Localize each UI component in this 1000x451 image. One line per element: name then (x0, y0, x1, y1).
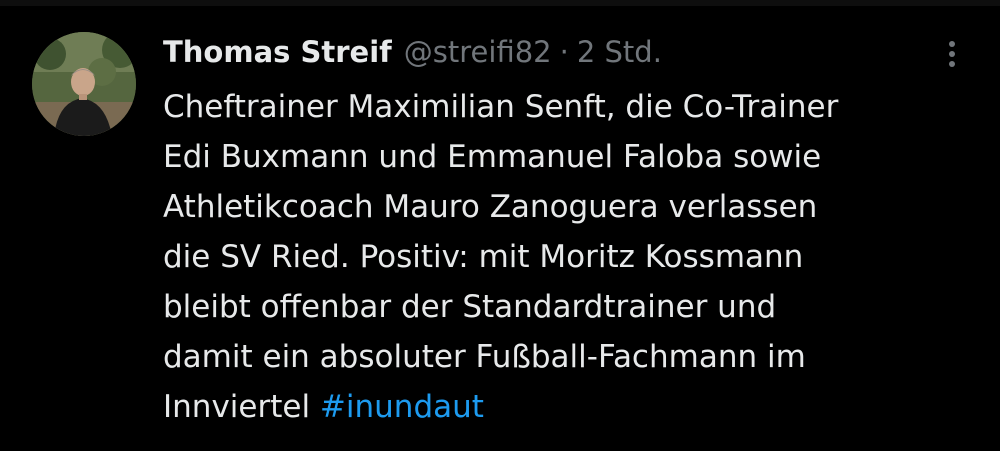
tweet-text-line: Edi Buxmann und Emmanuel Faloba sowie (163, 139, 822, 175)
hashtag-link[interactable]: #inundaut (320, 389, 484, 425)
tweet-card[interactable]: Thomas Streif @streifi82 · 2 Std. Cheftr… (0, 0, 1000, 451)
more-vertical-icon (949, 41, 955, 67)
more-options-button[interactable] (942, 36, 962, 76)
tweet-text-last-line: Innviertel #inundaut (163, 382, 973, 432)
tweet-text-fragment: Innviertel (163, 389, 320, 425)
avatar[interactable] (32, 32, 136, 136)
header-separator: · (559, 35, 569, 69)
tweet-text-line: die SV Ried. Positiv: mit Moritz Kossman… (163, 239, 804, 275)
tweet-text-line: Athletikcoach Mauro Zanoguera verlassen (163, 189, 818, 225)
tweet-text-line: bleibt offenbar der Standardtrainer und (163, 289, 777, 325)
tweet-text: Cheftrainer Maximilian Senft, die Co-Tra… (163, 82, 973, 432)
top-divider (0, 0, 1000, 6)
author-handle[interactable]: @streifi82 (404, 35, 552, 69)
author-display-name[interactable]: Thomas Streif (163, 35, 392, 69)
tweet-header: Thomas Streif @streifi82 · 2 Std. (163, 28, 662, 76)
tweet-timestamp[interactable]: 2 Std. (577, 35, 662, 69)
tweet-text-line: damit ein absoluter Fußball-Fachmann im (163, 339, 806, 375)
user-avatar-photo-icon (32, 32, 136, 136)
tweet-text-line: Cheftrainer Maximilian Senft, die Co-Tra… (163, 89, 839, 125)
